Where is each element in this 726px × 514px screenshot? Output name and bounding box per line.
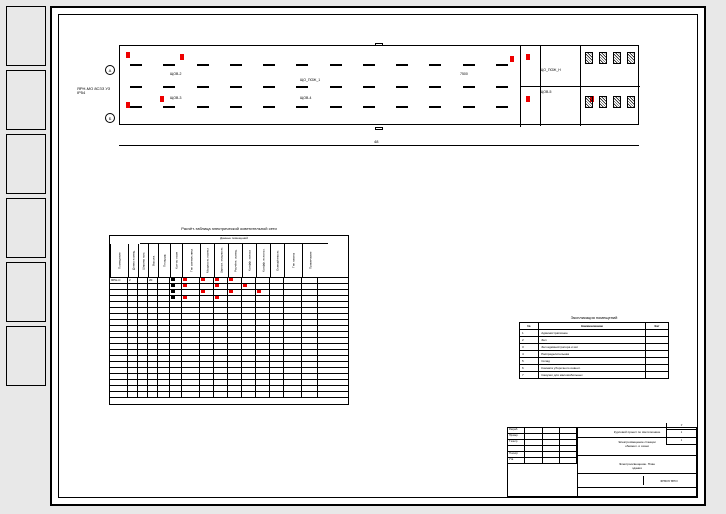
schedule-row — [110, 392, 348, 398]
explication-row: 3Зал администратора и кат — [520, 344, 669, 351]
emergency-light-icon — [160, 96, 164, 102]
schedule-superhead: Данные помещений — [140, 236, 328, 244]
dimension-line — [119, 145, 639, 146]
room-explication: Экспликация помещений №НаименованиеКат1А… — [519, 315, 669, 385]
schedule-col-header: Примечание — [302, 244, 318, 277]
titleblock-role-row: Утв. — [508, 458, 577, 464]
axis-bubble: A — [105, 65, 115, 75]
schedule-col-header: Тип лампы — [284, 244, 302, 277]
light-fixture-row — [130, 86, 508, 88]
panel-label: ЩОВ-3 — [170, 96, 181, 100]
schedule-col-header: Освещённость — [270, 244, 284, 277]
emergency-light-icon — [126, 52, 130, 58]
explication-row: 6Комната уборочного инвент. — [520, 365, 669, 372]
title-block: Разраб.Провер.Т.контрН.контрУтв. Курсово… — [507, 427, 697, 497]
schedule-col-header: Помещение — [110, 244, 128, 277]
light-fixture-row — [130, 106, 508, 108]
sheet-total: 1 — [667, 438, 696, 445]
schedule-col-header: Длина помещ. — [128, 244, 138, 277]
stage: У — [667, 423, 696, 430]
schedule-col-header: Удельн. мощность — [214, 244, 228, 277]
schedule-col-header: Высота — [148, 244, 158, 277]
schedule-col-header: Мощность лампы — [200, 244, 214, 277]
explication-row: 1Административное — [520, 330, 669, 337]
schedule-col-header: Тип светильника — [182, 244, 200, 277]
explication-table: №НаименованиеКат1Административное2Зал3За… — [519, 322, 669, 379]
sheet-name: Электроосвещение. План здания — [619, 462, 655, 470]
emergency-light-icon — [126, 102, 130, 108]
explication-row: 4Распределительная — [520, 351, 669, 358]
panel-callout: ЯРН-МО 8СЗЗ УЗ IP54 — [77, 87, 117, 96]
schedule-title: Расчёт-таблица электрической осветительн… — [110, 226, 348, 231]
explication-row: 5Склад — [520, 358, 669, 365]
drawing-frame: ЩОВ-2 ЩО_ПОЖ_1 ЩОВ-3 ЩОВ-4 ЩО_ПОЖ_Н ЩОВ-… — [50, 6, 706, 506]
panel-label: ЩОВ-2 — [170, 72, 181, 76]
axis-bubble: Б — [105, 113, 115, 123]
organization: ФГБОУ ВПО — [644, 476, 694, 485]
schedule-col-header: Расчётн. освещ. — [228, 244, 242, 277]
sheet-number: 1 — [667, 430, 696, 437]
emergency-light-icon — [510, 56, 514, 62]
explication-row: 2Зал — [520, 337, 669, 344]
schedule-col-header: Площадь — [158, 244, 170, 277]
binding-margin — [6, 6, 46, 506]
explication-row: 7Санузел для маломобильных — [520, 372, 669, 379]
schedule-col-header: Коэфф. использ. — [256, 244, 270, 277]
light-fixture-row — [130, 64, 508, 66]
schedule-col-header: Коэфф. запаса — [242, 244, 256, 277]
lighting-schedule-table: Расчёт-таблица электрической осветительн… — [109, 235, 349, 405]
emergency-light-icon — [180, 54, 184, 60]
dimension-value: 48 — [374, 139, 378, 144]
panel-label: ЩОВ-4 — [300, 96, 311, 100]
floor-plan: ЩОВ-2 ЩО_ПОЖ_1 ЩОВ-3 ЩОВ-4 ЩО_ПОЖ_Н ЩОВ-… — [119, 45, 639, 125]
schedule-col-header: Кол-во ламп — [170, 244, 182, 277]
explication-title: Экспликация помещений — [519, 315, 669, 320]
panel-label: ЩО_ПОЖ_1 — [300, 78, 320, 82]
dim-value: 7500 — [460, 72, 468, 76]
schedule-col-header: Ширина пом. — [138, 244, 148, 277]
sheet-meta: У 1 1 — [666, 423, 696, 445]
